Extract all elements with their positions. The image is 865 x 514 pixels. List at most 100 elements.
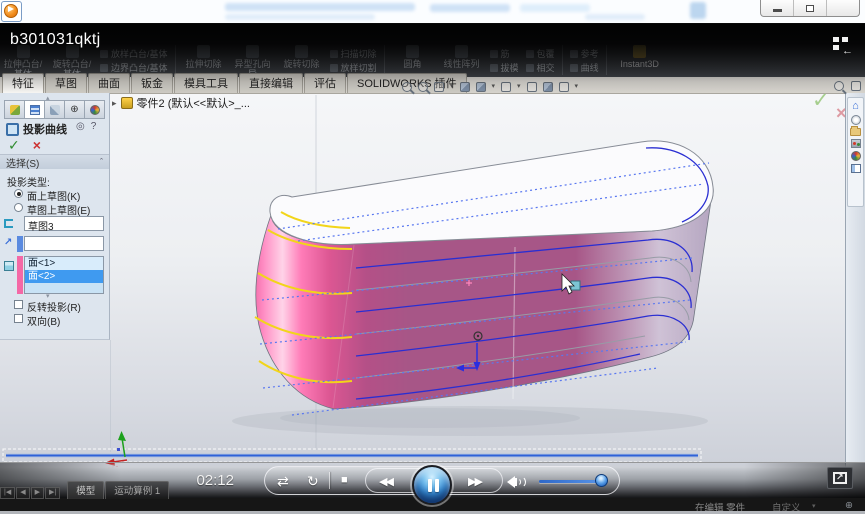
selection-section-header[interactable]: 选择(S) ˆ bbox=[0, 155, 109, 169]
ribbon-button-intersect[interactable]: 相交 bbox=[526, 61, 555, 74]
video-play-favicon[interactable] bbox=[1, 1, 22, 22]
tab-display-manager[interactable] bbox=[85, 100, 105, 119]
page-blur-decoration bbox=[520, 4, 590, 12]
fast-forward-button[interactable]: ▶▶ bbox=[468, 475, 481, 488]
volume-icon[interactable] bbox=[507, 475, 527, 489]
status-dropdown-icon[interactable]: ▾ bbox=[812, 502, 816, 510]
tab-features[interactable]: 特征 bbox=[2, 73, 44, 93]
nav-prev-icon[interactable]: ◀ bbox=[16, 487, 29, 499]
graphics-viewport[interactable] bbox=[0, 93, 865, 498]
home-icon[interactable]: ⌂ bbox=[852, 101, 859, 112]
toolbox-icon[interactable] bbox=[851, 139, 861, 148]
appearances-icon[interactable] bbox=[851, 151, 861, 161]
volume-slider-knob[interactable] bbox=[595, 474, 608, 487]
face-selection-icon bbox=[4, 261, 14, 271]
player-layout-icon[interactable]: ← bbox=[833, 37, 857, 57]
browser-strip bbox=[0, 0, 865, 24]
custom-properties-icon[interactable] bbox=[851, 164, 861, 173]
previous-view-icon[interactable] bbox=[434, 82, 444, 92]
dropdown-arrow-icon[interactable]: ▾ bbox=[450, 83, 454, 91]
tab-mold-tools[interactable]: 模具工具 bbox=[174, 73, 238, 93]
ribbon-button-lofted-boss[interactable]: 放样凸台/基体 bbox=[100, 47, 168, 60]
task-pane-strip: ⌂ bbox=[845, 93, 865, 498]
tab-sheet-metal[interactable]: 钣金 bbox=[131, 73, 173, 93]
ribbon-button-wrap[interactable]: 包覆 bbox=[526, 47, 555, 60]
filter-icon[interactable] bbox=[851, 81, 861, 91]
tab-property-manager[interactable] bbox=[25, 100, 45, 119]
ribbon-button-curves[interactable]: 曲线 bbox=[570, 61, 599, 74]
bidirectional-label[interactable]: 双向(B) bbox=[27, 313, 60, 328]
flyout-arrow-icon[interactable]: ▸ bbox=[112, 98, 117, 109]
ribbon-button-revolved-cut[interactable]: 旋转切除 bbox=[281, 45, 323, 69]
tab-evaluate[interactable]: 评估 bbox=[304, 73, 346, 93]
tab-configuration-manager[interactable] bbox=[45, 100, 65, 119]
tab-dimxpert[interactable]: ⊕ bbox=[65, 100, 85, 119]
fullscreen-toggle-button[interactable]: ↗ bbox=[827, 467, 853, 489]
radio-sketch-on-sketch-label[interactable]: 草图上草图(E) bbox=[27, 202, 90, 217]
reverse-projection-checkbox[interactable] bbox=[14, 300, 23, 309]
file-explorer-icon[interactable] bbox=[850, 128, 861, 136]
tab-feature-manager[interactable] bbox=[4, 100, 25, 119]
help-icon[interactable]: ? bbox=[91, 121, 97, 132]
zoom-fit-icon[interactable] bbox=[402, 82, 412, 92]
feature-tree-root[interactable]: ▸ 零件2 (默认<<默认>_... bbox=[112, 95, 250, 111]
ribbon-button-fillet[interactable]: 圆角 bbox=[392, 45, 434, 69]
panel-tab-strip: ⊕ bbox=[4, 100, 105, 119]
tab-sketch[interactable]: 草图 bbox=[45, 73, 87, 93]
hide-show-items-icon[interactable] bbox=[527, 82, 537, 92]
display-style-icon[interactable] bbox=[501, 82, 511, 92]
task-pane-tabs: ⌂ bbox=[847, 97, 864, 207]
radio-sketch-on-faces-label[interactable]: 面上草图(K) bbox=[27, 188, 80, 203]
projection-type-label: 投影类型: bbox=[7, 174, 50, 189]
edit-appearance-icon[interactable] bbox=[543, 82, 553, 92]
zoom-area-icon[interactable] bbox=[418, 82, 428, 92]
dropdown-arrow-icon[interactable]: ▾ bbox=[575, 83, 579, 91]
nav-last-icon[interactable]: ▶| bbox=[45, 487, 60, 499]
close-button[interactable] bbox=[827, 0, 859, 16]
ribbon-button-rib[interactable]: 筋 bbox=[490, 47, 519, 60]
view-settings-icon[interactable] bbox=[559, 82, 569, 92]
minimize-icon bbox=[773, 9, 782, 12]
ribbon-button-linear-pattern[interactable]: 线性阵列 bbox=[441, 45, 483, 69]
stop-button[interactable]: ■ bbox=[341, 474, 348, 486]
search-icon[interactable] bbox=[834, 81, 844, 91]
minimize-button[interactable] bbox=[761, 0, 794, 16]
rewind-button[interactable]: ◀◀ bbox=[379, 475, 392, 488]
part-name: 零件2 (默认<<默认>_... bbox=[137, 95, 250, 111]
face-selection-list[interactable]: 面<1> 面<2> bbox=[24, 256, 104, 294]
face-list-item[interactable]: 面<1> bbox=[25, 257, 103, 270]
restore-icon bbox=[806, 5, 814, 12]
ribbon-button-reference-geometry[interactable]: 参考 bbox=[570, 47, 599, 60]
confirm-ok-icon[interactable]: ✓ bbox=[812, 88, 830, 113]
collapse-icon[interactable]: ˆ bbox=[100, 157, 103, 167]
ok-button[interactable]: ✓ bbox=[8, 137, 20, 154]
tab-model[interactable]: 模型 bbox=[67, 481, 104, 499]
ribbon-button-instant3d[interactable]: Instant3D bbox=[614, 45, 666, 69]
radio-sketch-on-sketch[interactable] bbox=[14, 203, 23, 212]
pause-button[interactable] bbox=[412, 465, 452, 505]
dropdown-arrow-icon[interactable]: ▾ bbox=[492, 83, 496, 91]
tab-surfaces[interactable]: 曲面 bbox=[88, 73, 130, 93]
bidirectional-checkbox[interactable] bbox=[14, 314, 23, 323]
reverse-projection-label[interactable]: 反转投影(R) bbox=[27, 299, 81, 314]
ribbon-button-swept-cut[interactable]: 扫描切除 bbox=[330, 47, 377, 60]
ribbon-button-extruded-cut[interactable]: 拉伸切除 bbox=[183, 45, 225, 69]
view-orientation-icon[interactable] bbox=[476, 82, 486, 92]
face-list-item-selected[interactable]: 面<2> bbox=[25, 270, 103, 283]
repeat-button[interactable]: ↻ bbox=[307, 473, 319, 490]
ribbon-button-draft[interactable]: 拔模 bbox=[490, 61, 519, 74]
nav-next-icon[interactable]: ▶ bbox=[31, 487, 44, 499]
nav-first-icon[interactable]: |◀ bbox=[0, 487, 15, 499]
shuffle-button[interactable]: ⇄ bbox=[277, 473, 289, 490]
direction-input[interactable] bbox=[24, 236, 104, 251]
restore-button[interactable] bbox=[794, 0, 827, 16]
sketch-selection-input[interactable]: 草图3 bbox=[24, 216, 104, 231]
cancel-button[interactable]: × bbox=[33, 137, 41, 154]
pin-icon[interactable]: ◎ bbox=[76, 121, 85, 132]
tab-direct-editing[interactable]: 直接编辑 bbox=[239, 73, 303, 93]
design-library-icon[interactable] bbox=[851, 115, 861, 125]
dropdown-arrow-icon[interactable]: ▾ bbox=[517, 83, 521, 91]
radio-sketch-on-faces[interactable] bbox=[14, 189, 23, 198]
tab-motion-study[interactable]: 运动算例 1 bbox=[105, 481, 169, 499]
section-view-icon[interactable] bbox=[460, 82, 470, 92]
